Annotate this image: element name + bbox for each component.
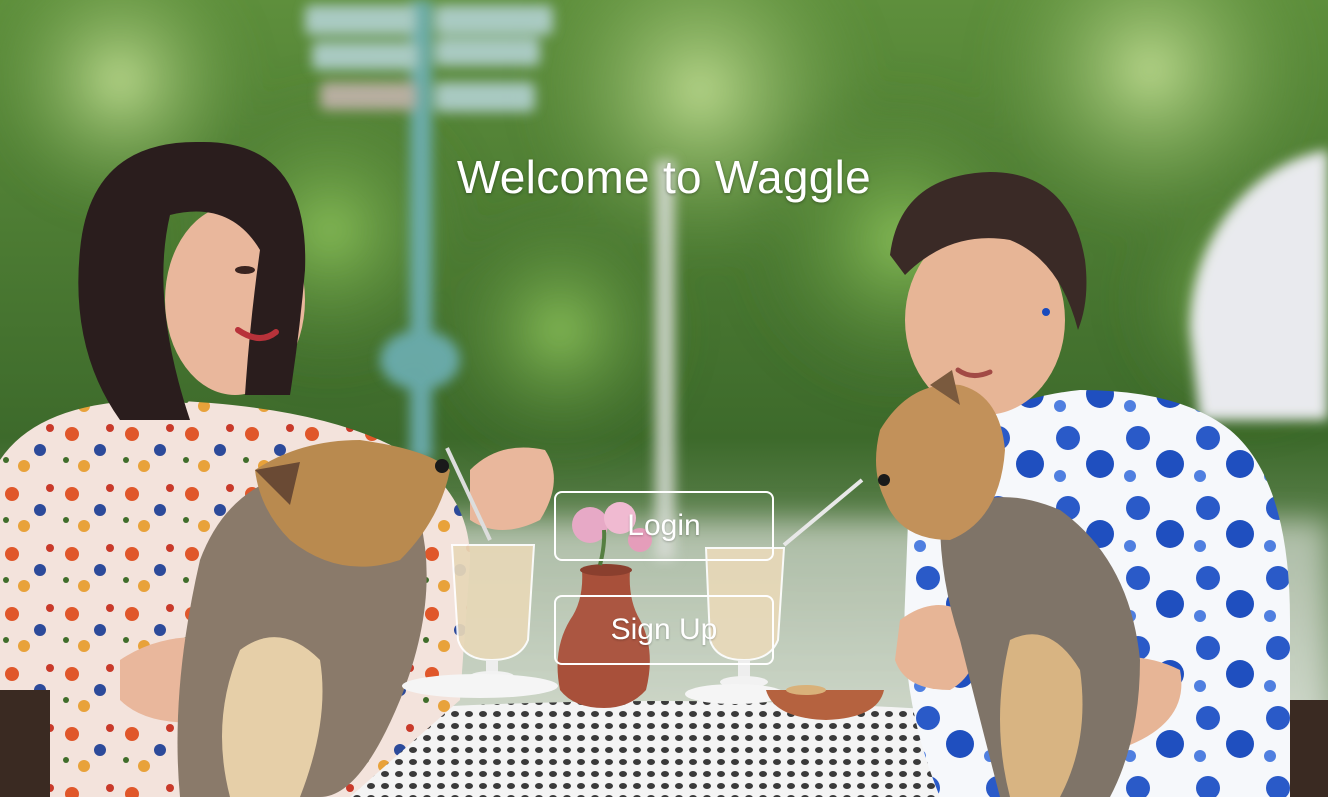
page-title: Welcome to Waggle (456, 151, 872, 203)
background-photo (0, 0, 1328, 797)
login-button[interactable]: Login (554, 491, 774, 561)
landing-hero: Welcome to Waggle Login Sign Up (0, 0, 1328, 797)
signup-button[interactable]: Sign Up (554, 595, 774, 665)
